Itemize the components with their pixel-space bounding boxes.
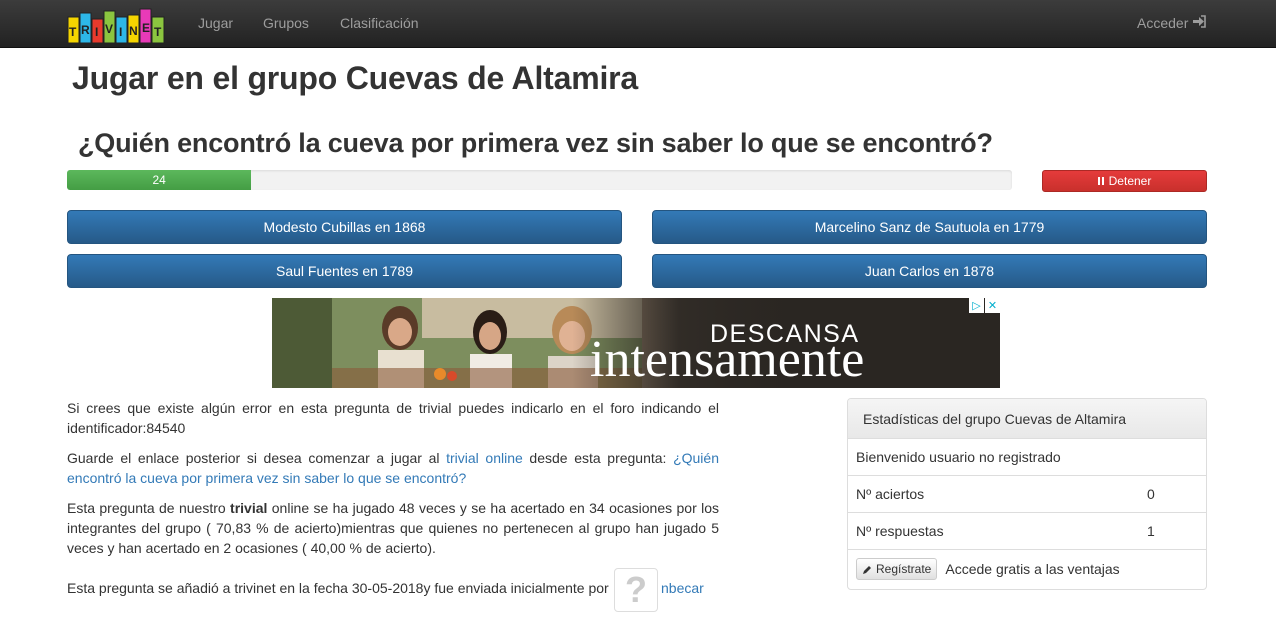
answer-button-3[interactable]: Saul Fuentes en 1789 (67, 254, 622, 288)
question-text: ¿Quién encontró la cueva por primera vez… (78, 128, 993, 158)
ad-tagline: intensamente (590, 331, 865, 388)
pause-icon (1097, 177, 1104, 185)
svg-text:I: I (119, 25, 122, 39)
stats-bold: trivial (230, 500, 268, 516)
group-stats-panel: Estadísticas del grupo Cuevas de Altamir… (847, 398, 1207, 590)
nav-acceder[interactable]: Acceder (1137, 15, 1207, 31)
author-link[interactable]: nbecar (661, 578, 704, 598)
svg-text:N: N (129, 24, 138, 38)
save-link-text: Guarde el enlace posterior si desea come… (67, 448, 719, 488)
top-navbar: T R I V I N E T Jugar Grupos Clasificaci… (0, 0, 1276, 48)
pencil-icon (862, 564, 872, 574)
ad-close-icon[interactable]: ✕ (985, 298, 1000, 313)
answer-button-2[interactable]: Marcelino Sanz de Sautuola en 1779 (652, 210, 1207, 244)
question-stats-text: Esta pregunta de nuestro trivial online … (67, 498, 719, 558)
svg-text:T: T (69, 25, 77, 39)
welcome-row: Bienvenido usuario no registrado (848, 439, 1206, 476)
register-text: Accede gratis a las ventajas (945, 560, 1120, 577)
error-report-text: Si crees que existe algún error en esta … (67, 400, 719, 436)
trivinet-logo[interactable]: T R I V I N E T (66, 3, 166, 45)
ad-choices[interactable]: ▷ ✕ (969, 298, 1000, 313)
welcome-text: Bienvenido usuario no registrado (856, 449, 1061, 465)
register-row: Regístrate Accede gratis a las ventajas (848, 550, 1206, 587)
register-button[interactable]: Regístrate (856, 557, 938, 580)
aciertos-label: Nº aciertos (856, 486, 925, 502)
register-label: Regístrate (876, 561, 932, 576)
respuestas-label: Nº respuestas (856, 523, 944, 539)
timer-progress-bar: 24 (67, 170, 1012, 190)
page-title: Jugar en el grupo Cuevas de Altamira (72, 60, 639, 96)
svg-text:T: T (154, 25, 162, 39)
svg-text:V: V (105, 22, 113, 36)
panel-title: Estadísticas del grupo Cuevas de Altamir… (848, 399, 1206, 439)
ad-info-icon[interactable]: ▷ (969, 298, 984, 313)
author-avatar[interactable]: ? (614, 568, 658, 612)
save-link-prefix: Guarde el enlace posterior si desea come… (67, 450, 447, 466)
aciertos-value: 0 (1147, 486, 1155, 502)
answer-button-4[interactable]: Juan Carlos en 1878 (652, 254, 1207, 288)
answer-button-1[interactable]: Modesto Cubillas en 1868 (67, 210, 622, 244)
svg-text:R: R (81, 23, 90, 37)
nav-clasificacion[interactable]: Clasificación (340, 15, 419, 31)
login-icon (1192, 15, 1207, 31)
stats-prefix: Esta pregunta de nuestro (67, 500, 231, 516)
save-link-middle: desde esta pregunta: (522, 450, 674, 466)
respuestas-row: Nº respuestas 1 (848, 513, 1206, 550)
aciertos-row: Nº aciertos 0 (848, 476, 1206, 513)
respuestas-value: 1 (1147, 523, 1155, 539)
timer-progress-fill: 24 (67, 170, 252, 190)
stop-button[interactable]: Detener (1042, 170, 1207, 192)
ad-banner[interactable]: DESCANSA intensamente ▷ ✕ (272, 298, 1000, 388)
acceder-label: Acceder (1137, 15, 1189, 31)
nav-grupos[interactable]: Grupos (263, 15, 309, 31)
svg-text:E: E (142, 21, 150, 35)
svg-text:I: I (95, 25, 98, 39)
trivial-online-link[interactable]: trivial online (446, 450, 523, 466)
nav-jugar[interactable]: Jugar (198, 15, 233, 31)
stop-label: Detener (1108, 174, 1152, 188)
